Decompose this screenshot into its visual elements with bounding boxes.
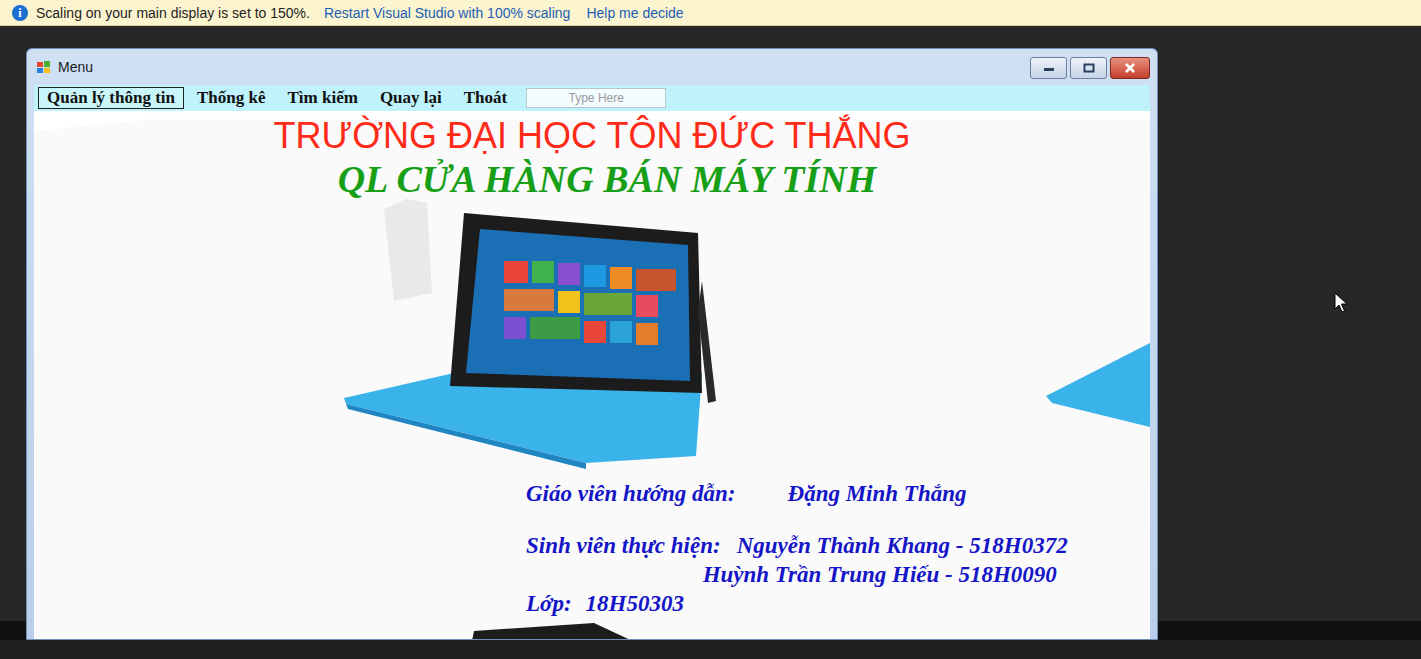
menu-item[interactable]: Tìm kiếm	[279, 87, 367, 109]
menu-item[interactable]: Quản lý thông tin	[38, 87, 184, 109]
title-bar: Menu	[34, 49, 1150, 85]
credit-label: Sinh viên thực hiện:	[526, 531, 721, 560]
info-icon: i	[12, 5, 28, 21]
credit-values: Đặng Minh Thắng	[788, 479, 967, 508]
menu-item[interactable]: Thoát	[455, 87, 516, 109]
close-button[interactable]	[1110, 57, 1150, 79]
info-text: Scaling on your main display is set to 1…	[36, 5, 310, 21]
menu-window: Menu Quản lý thông tinThống kêTìm kiếmQua…	[26, 48, 1158, 640]
new-menu-item-box[interactable]: Type Here	[526, 88, 666, 108]
form-content: TRƯỜNG ĐẠI HỌC TÔN ĐỨC THẮNGQL CỬA HÀNG …	[34, 111, 1150, 639]
info-link[interactable]: Help me decide	[586, 5, 683, 21]
window-title: Menu	[58, 59, 1024, 75]
credit-label: Giáo viên hướng dẫn:	[526, 479, 736, 508]
menu-item[interactable]: Quay lại	[371, 87, 451, 109]
info-message: i Scaling on your main display is set to …	[12, 5, 310, 21]
app-icon	[36, 59, 52, 75]
credit-row: Lớp: 18H50303	[526, 589, 1150, 618]
credit-values: 18H50303	[586, 589, 684, 618]
info-link[interactable]: Restart Visual Studio with 100% scaling	[324, 5, 570, 21]
close-icon	[1124, 63, 1136, 73]
info-links: Restart Visual Studio with 100% scaling H…	[324, 5, 684, 21]
desktop: Menu Quản lý thông tinThống kêTìm kiếmQua…	[0, 26, 1421, 640]
minimize-button[interactable]	[1030, 57, 1067, 79]
menu-bar: Quản lý thông tinThống kêTìm kiếmQuay lạ…	[34, 85, 1150, 111]
school-title: TRƯỜNG ĐẠI HỌC TÔN ĐỨC THẮNG	[34, 115, 1150, 157]
credit-values: Nguyễn Thành Khang - 518H0372Huỳnh Trần …	[737, 531, 1068, 589]
credit-label: Lớp:	[526, 589, 572, 618]
form-text: TRƯỜNG ĐẠI HỌC TÔN ĐỨC THẮNGQL CỬA HÀNG …	[34, 111, 1150, 618]
menu-item[interactable]: Thống kê	[188, 87, 275, 109]
credit-value: Nguyễn Thành Khang - 518H0372	[737, 531, 1068, 560]
window-controls	[1030, 57, 1150, 79]
credit-value: Huỳnh Trần Trung Hiếu - 518H0090	[703, 560, 1068, 589]
maximize-button[interactable]	[1070, 57, 1107, 79]
maximize-icon	[1083, 63, 1095, 73]
credits: Giáo viên hướng dẫn: Đặng Minh Thắng Sinh …	[34, 479, 1150, 618]
credit-row: Giáo viên hướng dẫn: Đặng Minh Thắng	[526, 479, 1150, 508]
credit-value: 18H50303	[586, 589, 684, 618]
project-title: QL CỬA HÀNG BÁN MÁY TÍNH	[34, 157, 1150, 201]
credit-value: Đặng Minh Thắng	[788, 479, 967, 508]
minimize-icon	[1043, 64, 1055, 72]
credit-row: Sinh viên thực hiện: Nguyễn Thành Khang -…	[526, 531, 1150, 589]
cursor-icon	[1334, 292, 1348, 314]
info-bar: i Scaling on your main display is set to …	[0, 0, 1421, 26]
